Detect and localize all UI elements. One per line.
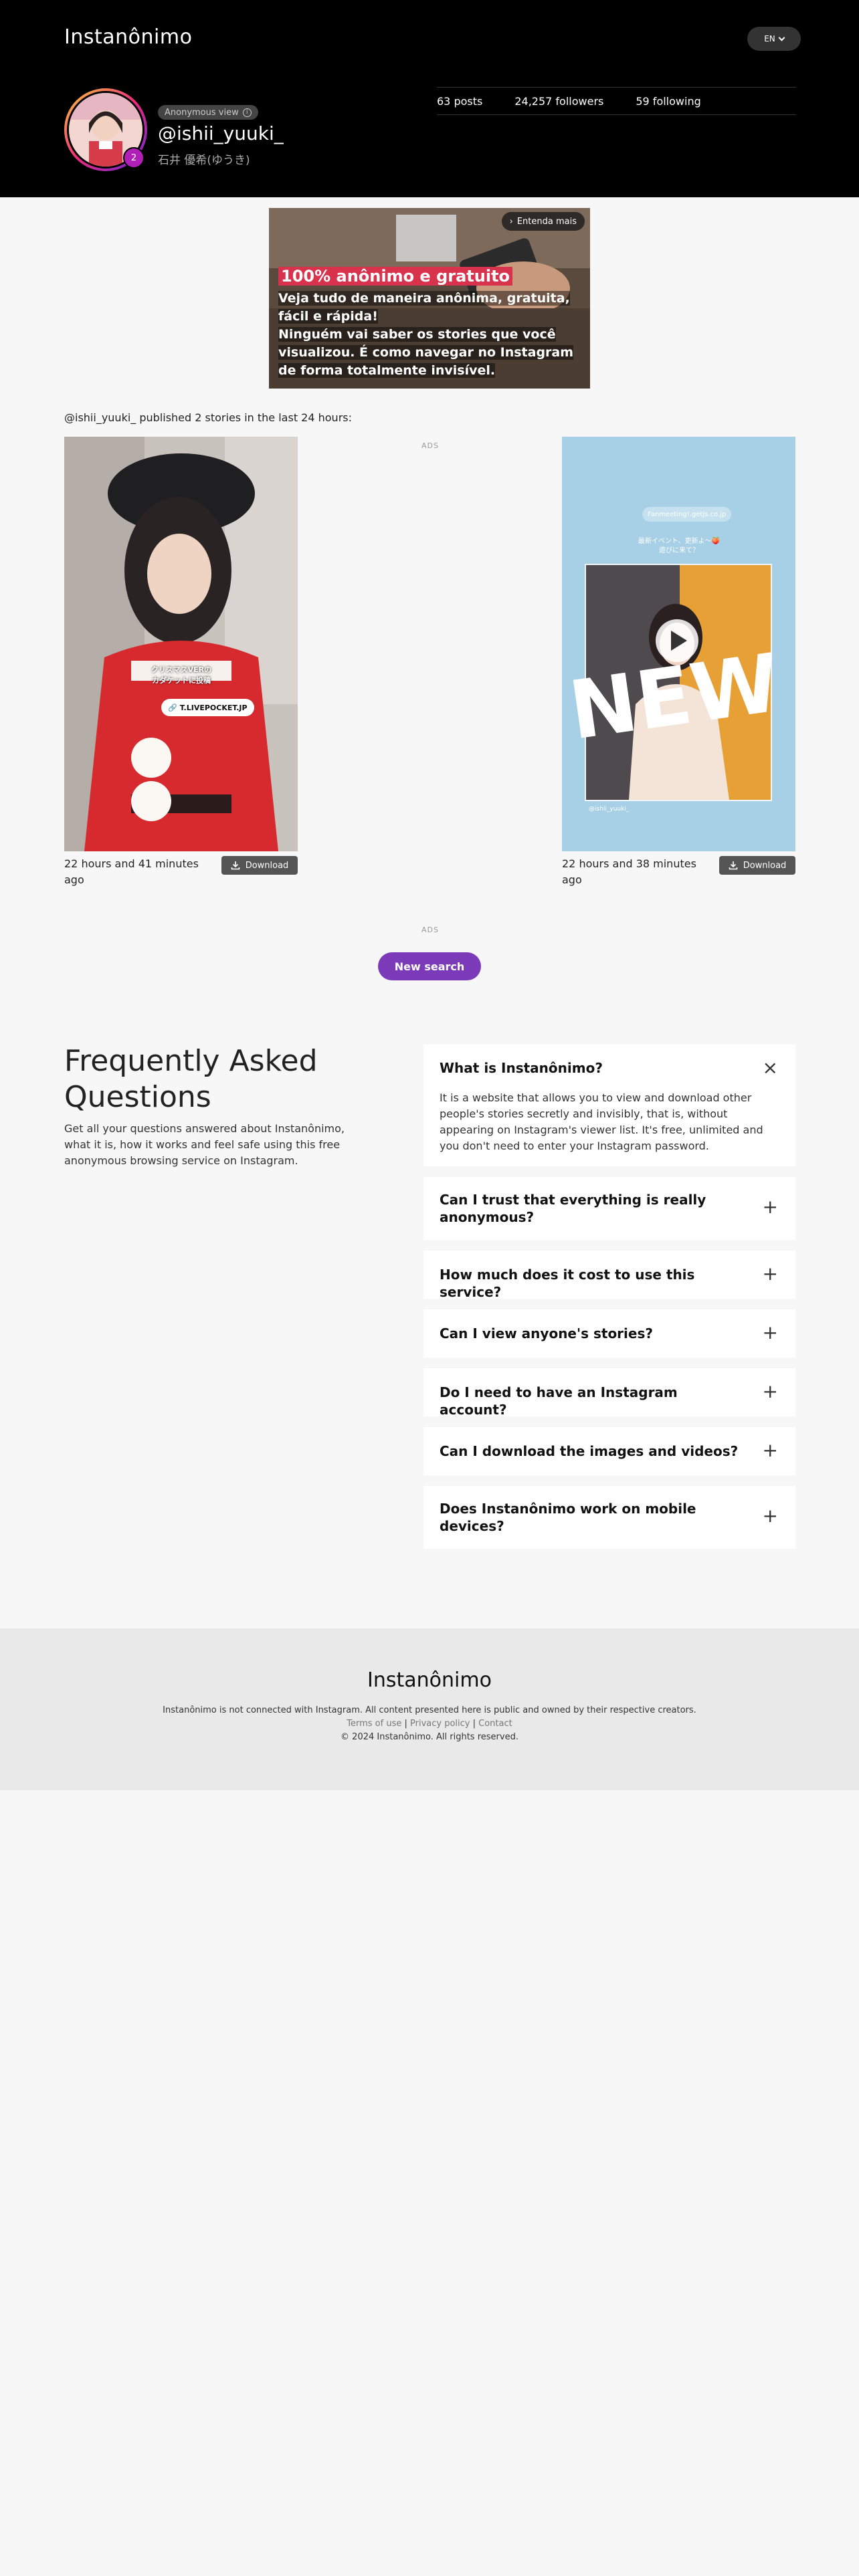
download-button[interactable]: Download [221, 856, 298, 875]
banner-headline: 100% anônimo e gratuito [278, 267, 513, 286]
plus-icon[interactable]: + [763, 1505, 778, 1527]
story-timestamp: 22 hours and 38 minutes ago [562, 857, 696, 886]
footer-disclaimer: Instanônimo is not connected with Instag… [163, 1705, 696, 1715]
faq-question: Do I need to have an Instagram account? [440, 1384, 678, 1418]
story-overlay-text: カダケットに投稿 [152, 676, 211, 685]
chevron-down-icon [778, 34, 785, 41]
story-card: クリスマスVERの カダケットに投稿 🔗 T.LIVEPOCKET.JP 22 … [64, 437, 298, 886]
banner-line: visualizou. É como navegar no Instagram [278, 345, 574, 360]
published-summary: @ishii_yuuki_ published 2 stories in the… [64, 411, 352, 424]
story-overlay-text: 最新イベント、更新よ～🍑 [638, 538, 721, 545]
story-image[interactable]: クリスマスVERの カダケットに投稿 🔗 T.LIVEPOCKET.JP [64, 437, 298, 851]
banner-line: Ninguém vai saber os stories que você [278, 327, 556, 342]
following-count: 59 following [636, 94, 701, 108]
site-footer: Instanônimo Instanônimo is not connected… [0, 1628, 859, 1790]
plus-icon[interactable]: + [763, 1439, 778, 1461]
plus-icon[interactable]: + [763, 1263, 778, 1285]
faq-item[interactable]: Does Instanônimo work on mobile devices?… [423, 1486, 795, 1549]
banner-line: de forma totalmente invisível. [278, 363, 496, 378]
faq-answer: It is a website that allows you to view … [440, 1091, 763, 1152]
download-label: Download [743, 860, 787, 871]
faq-question: Can I download the images and videos? [440, 1443, 739, 1459]
ads-label: ADS [421, 926, 439, 934]
faq-question: Can I view anyone's stories? [440, 1325, 653, 1341]
link-icon: 🔗 [168, 703, 177, 712]
faq-list: What is Instanônimo? × It is a website t… [423, 1045, 795, 1560]
footer-copyright: © 2024 Instanônimo. All rights reserved. [341, 1732, 518, 1742]
profile-header: Instanônimo EN 2 Anonymous view i @ishii… [0, 0, 859, 197]
ads-label: ADS [421, 441, 439, 450]
banner-body: Veja tudo de maneira anônima, gratuita, … [278, 290, 586, 380]
new-search-button[interactable]: New search [378, 952, 481, 980]
learn-more-label: Entenda mais [516, 216, 577, 227]
profile-stats: 63 posts 24,257 followers 59 following [437, 87, 796, 115]
story-link-sticker: Fanmeeting!.getjs.co.jp [642, 507, 732, 522]
promo-banner[interactable]: › Entenda mais 100% anônimo e gratuito V… [269, 208, 590, 389]
faq-item[interactable]: How much does it cost to use this servic… [423, 1251, 795, 1300]
story-link-sticker: 🔗 T.LIVEPOCKET.JP [161, 699, 254, 716]
followers-count: 24,257 followers [514, 94, 604, 108]
banner-line: Veja tudo de maneira anônima, gratuita, [278, 291, 570, 306]
posts-count: 63 posts [437, 94, 483, 108]
plus-icon[interactable]: + [763, 1196, 778, 1218]
faq-question: Can I trust that everything is really an… [440, 1192, 706, 1225]
faq-item[interactable]: Can I view anyone's stories? + [423, 1309, 795, 1358]
story-image[interactable]: NEW Fanmeeting!.getjs.co.jp 最新イベント、更新よ～🍑… [562, 437, 795, 851]
download-label: Download [245, 860, 289, 871]
faq-item[interactable]: Can I download the images and videos? + [423, 1427, 795, 1475]
privacy-link[interactable]: Privacy policy [410, 1719, 470, 1729]
faq-item-expanded[interactable]: What is Instanônimo? × It is a website t… [423, 1045, 795, 1166]
faq-item[interactable]: Do I need to have an Instagram account? … [423, 1368, 795, 1418]
language-label: EN [764, 34, 775, 43]
plus-icon[interactable]: + [763, 1380, 778, 1402]
footer-links: Terms of use | Privacy policy | Contact [347, 1719, 512, 1729]
faq-description: Get all your questions answered about In… [64, 1122, 345, 1167]
download-icon [729, 861, 738, 870]
language-selector[interactable]: EN [747, 27, 801, 51]
anonymous-view-label: Anonymous view [165, 107, 239, 118]
story-card: NEW Fanmeeting!.getjs.co.jp 最新イベント、更新よ～🍑… [562, 437, 795, 886]
profile-full-name: 石井 優希(ゆうき) [158, 154, 250, 167]
faq-question: How much does it cost to use this servic… [440, 1267, 695, 1300]
terms-link[interactable]: Terms of use [347, 1719, 401, 1729]
faq-question: What is Instanônimo? [440, 1060, 603, 1076]
contact-link[interactable]: Contact [478, 1719, 512, 1729]
faq-item[interactable]: Can I trust that everything is really an… [423, 1177, 795, 1240]
banner-line: fácil e rápida! [278, 309, 378, 324]
plus-icon[interactable]: + [763, 1321, 778, 1344]
faq-title: Frequently Asked Questions [64, 1044, 318, 1114]
story-mention-tag: @ishii_yuuki_ [589, 806, 630, 813]
anonymous-view-badge: Anonymous view i [158, 105, 258, 120]
story-overlay-text: 遊びに来て？ [659, 547, 699, 554]
site-logo[interactable]: Instanônimo [64, 25, 192, 49]
footer-logo[interactable]: Instanônimo [0, 1669, 859, 1692]
profile-username: @ishii_yuuki_ [158, 122, 284, 144]
story-count-badge: 2 [123, 147, 145, 169]
download-button[interactable]: Download [719, 856, 795, 875]
info-icon[interactable]: i [242, 108, 252, 117]
story-timestamp: 22 hours and 41 minutes ago [64, 857, 199, 886]
story-overlay-text: クリスマスVERの [151, 665, 212, 674]
learn-more-button[interactable]: › Entenda mais [501, 212, 585, 231]
download-icon [231, 861, 240, 870]
close-icon[interactable]: × [763, 1057, 778, 1079]
faq-question: Does Instanônimo work on mobile devices? [440, 1501, 696, 1534]
chevron-right-icon: › [509, 216, 513, 227]
